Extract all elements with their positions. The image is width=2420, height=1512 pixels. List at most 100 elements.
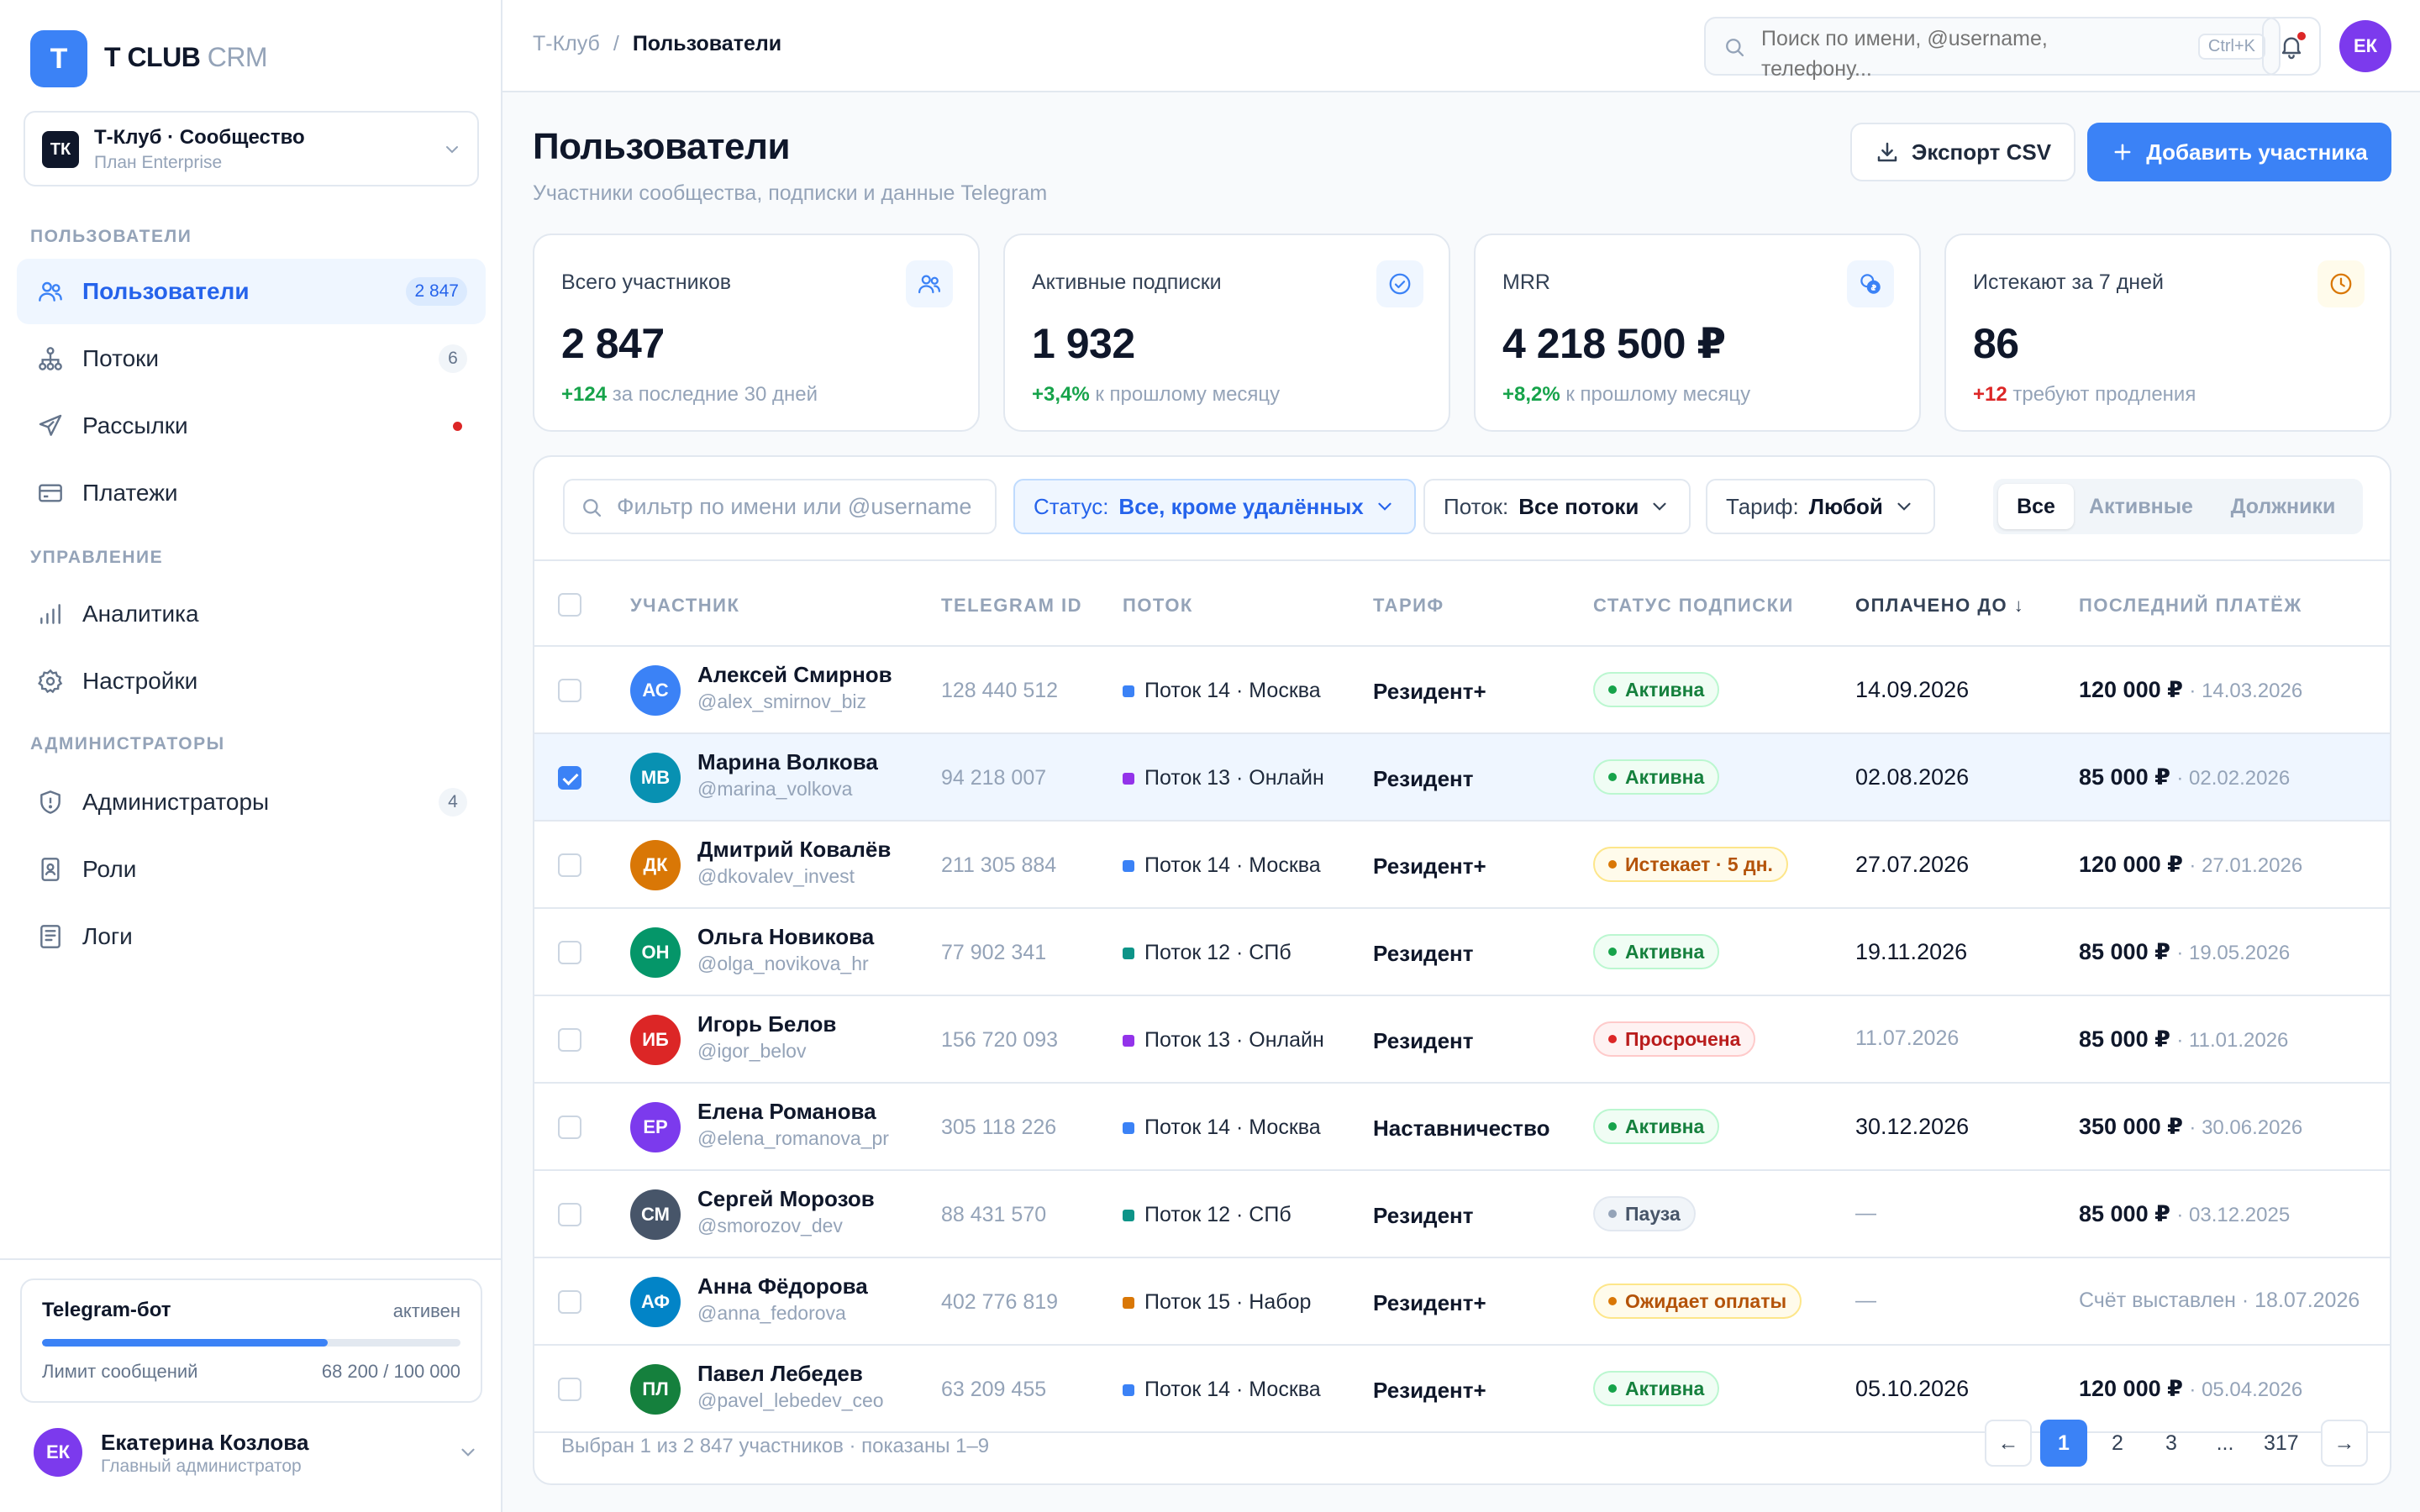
- column-header[interactable]: ПОТОК: [1123, 595, 1193, 617]
- stat-delta-note: требуют продления: [2012, 383, 2196, 406]
- paid-until: 19.11.2026: [1855, 939, 1968, 964]
- table-row[interactable]: ИБ Игорь Белов @igor_belov 156 720 093 Поток…: [534, 996, 2390, 1084]
- next-page-button[interactable]: →: [2321, 1420, 2368, 1467]
- stat-value: 4 218 500 ₽: [1502, 320, 1726, 367]
- stream-filter-dropdown[interactable]: Поток: Все потоки: [1423, 479, 1691, 534]
- status-label: Активна: [1625, 765, 1705, 788]
- row-checkbox[interactable]: [558, 853, 581, 877]
- export-csv-button[interactable]: Экспорт CSV: [1850, 123, 2075, 181]
- stat-delta-value: +3,4%: [1032, 383, 1090, 406]
- workspace-switcher[interactable]: ТК Т-Клуб · Сообщество План Enterprise: [24, 111, 479, 186]
- status-dot: [1608, 685, 1617, 694]
- row-checkbox[interactable]: [558, 941, 581, 964]
- status-badge: Активна: [1593, 672, 1720, 707]
- stream-name: Поток 15 · Набор: [1144, 1290, 1312, 1314]
- search-input[interactable]: [1761, 24, 2131, 84]
- paid-until: 02.08.2026: [1855, 764, 1970, 790]
- row-checkbox[interactable]: [558, 679, 581, 702]
- avatar: АФ: [630, 1277, 681, 1327]
- status-badge: Активна: [1593, 1109, 1720, 1144]
- tariff: Резидент: [1373, 1203, 1474, 1228]
- status-badge: Истекает · 5 дн.: [1593, 847, 1788, 882]
- sidebar: T T CLUB CRM ТК Т-Клуб · Сообщество План…: [0, 0, 502, 1512]
- column-header[interactable]: TELEGRAM ID: [941, 595, 1082, 617]
- table-row[interactable]: ДК Дмитрий Ковалёв @dkovalev_invest 211 305…: [534, 822, 2390, 909]
- select-all-checkbox[interactable]: [558, 593, 581, 617]
- sidebar-item-mailings[interactable]: Рассылки: [17, 393, 486, 459]
- status-badge: Активна: [1593, 759, 1720, 795]
- table-row[interactable]: ЕР Елена Романова @elena_romanova_pr 305 11…: [534, 1084, 2390, 1171]
- avatar[interactable]: ЕК: [2339, 20, 2391, 72]
- page-button[interactable]: 317: [2255, 1420, 2307, 1467]
- table-row[interactable]: СМ Сергей Морозов @smorozov_dev 88 431 570 П…: [534, 1171, 2390, 1258]
- table-row[interactable]: МВ Марина Волкова @marina_volkova 94 218 00…: [534, 734, 2390, 822]
- status-filter-dropdown[interactable]: Статус: Все, кроме удалённых: [1013, 479, 1416, 534]
- dropdown-key: Поток:: [1444, 493, 1509, 519]
- column-header[interactable]: ПОСЛЕДНИЙ ПЛАТЁЖ: [2079, 595, 2302, 617]
- page-button[interactable]: 2: [2094, 1420, 2141, 1467]
- member-name[interactable]: Павел Лебедев: [697, 1361, 863, 1387]
- segment-all[interactable]: Все: [1998, 484, 2074, 529]
- section-users-title: ПОЛЬЗОВАТЕЛИ: [30, 227, 192, 246]
- sidebar-item-logs[interactable]: Логи: [17, 904, 486, 969]
- row-checkbox[interactable]: [558, 1203, 581, 1226]
- notifications-button[interactable]: [2262, 17, 2321, 76]
- segment-debtors[interactable]: Должники: [2208, 484, 2358, 529]
- status-label: Активна: [1625, 1115, 1705, 1137]
- prev-page-button[interactable]: ←: [1985, 1420, 2032, 1467]
- column-header[interactable]: СТАТУС ПОДПИСКИ: [1593, 595, 1794, 617]
- sidebar-item-roles[interactable]: Роли: [17, 837, 486, 902]
- page-button[interactable]: 3: [2148, 1420, 2195, 1467]
- dropdown-value: Все, кроме удалённых: [1118, 493, 1364, 519]
- sidebar-item-payments[interactable]: Платежи: [17, 460, 486, 526]
- sidebar-item-streams[interactable]: Потоки 6: [17, 326, 486, 391]
- telegram-id: 402 776 819: [941, 1290, 1059, 1314]
- member-name[interactable]: Елена Романова: [697, 1099, 876, 1125]
- telegram-bot-widget[interactable]: Telegram-бот активен Лимит сообщений 68 …: [20, 1278, 482, 1403]
- global-search[interactable]: Ctrl+K: [1704, 17, 2281, 84]
- member-name[interactable]: Анна Фёдорова: [697, 1273, 868, 1299]
- users-icon: [35, 276, 66, 307]
- payment-date: · 03.12.2025: [2176, 1204, 2291, 1226]
- sidebar-item-admins[interactable]: Администраторы 4: [17, 769, 486, 835]
- member-name[interactable]: Сергей Морозов: [697, 1186, 875, 1212]
- row-checkbox[interactable]: [558, 1378, 581, 1401]
- member-name[interactable]: Алексей Смирнов: [697, 662, 892, 688]
- add-member-button[interactable]: Добавить участника: [2087, 123, 2391, 181]
- gear-icon: [35, 666, 66, 696]
- row-checkbox[interactable]: [558, 766, 581, 790]
- workspace-plan: План Enterprise: [94, 153, 223, 172]
- table-filter[interactable]: [563, 479, 997, 534]
- sidebar-item-analytics[interactable]: Аналитика: [17, 581, 486, 647]
- member-name[interactable]: Марина Волкова: [697, 749, 878, 775]
- tariff-filter-dropdown[interactable]: Тариф: Любой: [1706, 479, 1935, 534]
- column-header[interactable]: ТАРИФ: [1373, 595, 1444, 617]
- stat-card-total: Всего участников 2 847 +124 за последние…: [533, 234, 980, 432]
- row-checkbox[interactable]: [558, 1290, 581, 1314]
- paid-until: 27.07.2026: [1855, 852, 1970, 877]
- filter-input[interactable]: [617, 489, 986, 524]
- member-name[interactable]: Ольга Новикова: [697, 924, 874, 950]
- plus-icon: [2111, 140, 2134, 164]
- current-user[interactable]: ЕК Екатерина Козлова Главный администрат…: [34, 1428, 479, 1482]
- row-checkbox[interactable]: [558, 1116, 581, 1139]
- page-button[interactable]: 1: [2040, 1420, 2087, 1467]
- table-row[interactable]: АФ Анна Фёдорова @anna_fedorova 402 776 819…: [534, 1258, 2390, 1346]
- column-header-sorted[interactable]: ОПЛАЧЕНО ДО ↓: [1855, 595, 2024, 617]
- table-row[interactable]: ОН Ольга Новикова @olga_novikova_hr 77 902 …: [534, 909, 2390, 996]
- breadcrumb-root[interactable]: Т-Клуб: [533, 32, 600, 56]
- sidebar-item-settings[interactable]: Настройки: [17, 648, 486, 714]
- app-logo[interactable]: T: [30, 30, 87, 87]
- member-name[interactable]: Дмитрий Ковалёв: [697, 837, 891, 863]
- stream-name: Поток 13 · Онлайн: [1144, 1028, 1324, 1052]
- sidebar-item-count: 2 847: [406, 277, 467, 306]
- stat-value: 1 932: [1032, 320, 1135, 367]
- column-header[interactable]: УЧАСТНИК: [630, 595, 739, 617]
- segment-active[interactable]: Активные: [2074, 484, 2208, 529]
- table-row[interactable]: АС Алексей Смирнов @alex_smirnov_biz 128 44…: [534, 647, 2390, 734]
- notification-dot: [2297, 32, 2306, 40]
- row-checkbox[interactable]: [558, 1028, 581, 1052]
- sidebar-item-users[interactable]: Пользователи 2 847: [17, 259, 486, 324]
- avatar: ПЛ: [630, 1364, 681, 1415]
- member-name[interactable]: Игорь Белов: [697, 1011, 836, 1037]
